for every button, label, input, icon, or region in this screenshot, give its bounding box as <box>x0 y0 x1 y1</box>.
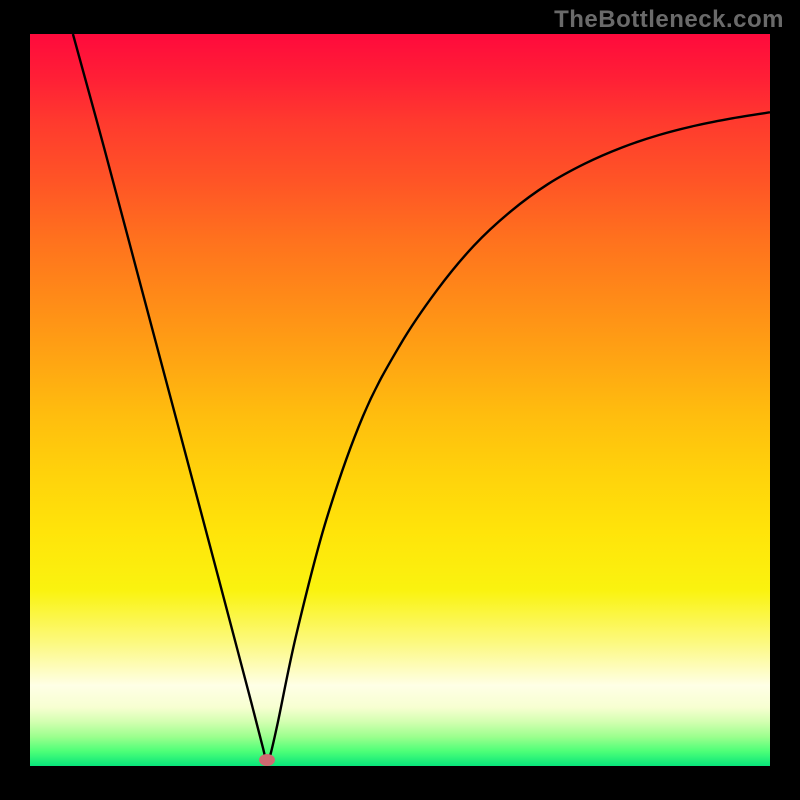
curve-svg <box>30 34 770 766</box>
bottleneck-curve <box>73 34 770 763</box>
chart-frame: TheBottleneck.com <box>0 0 800 800</box>
plot-area <box>30 34 770 766</box>
watermark-text: TheBottleneck.com <box>554 6 784 34</box>
optimum-marker <box>259 754 275 766</box>
